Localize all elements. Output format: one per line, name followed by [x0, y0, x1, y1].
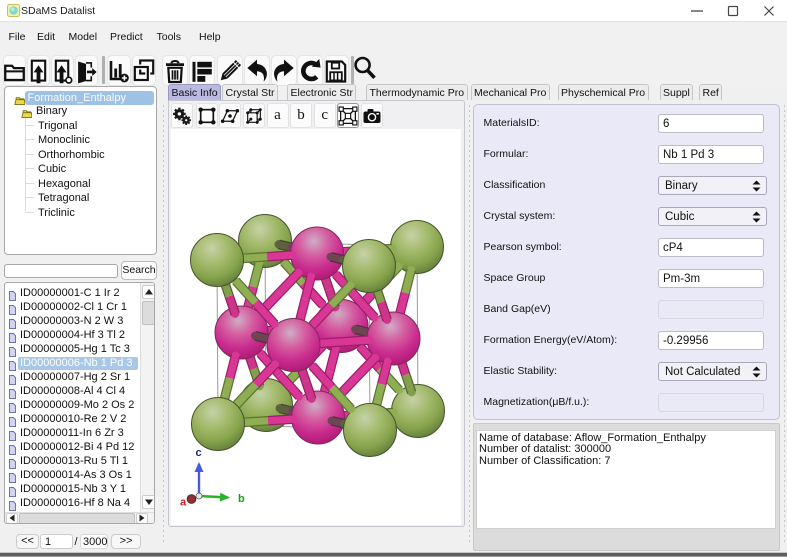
svg-text:a: a [180, 497, 187, 509]
svg-text:c: c [196, 447, 202, 459]
svg-text:b: b [238, 493, 245, 505]
